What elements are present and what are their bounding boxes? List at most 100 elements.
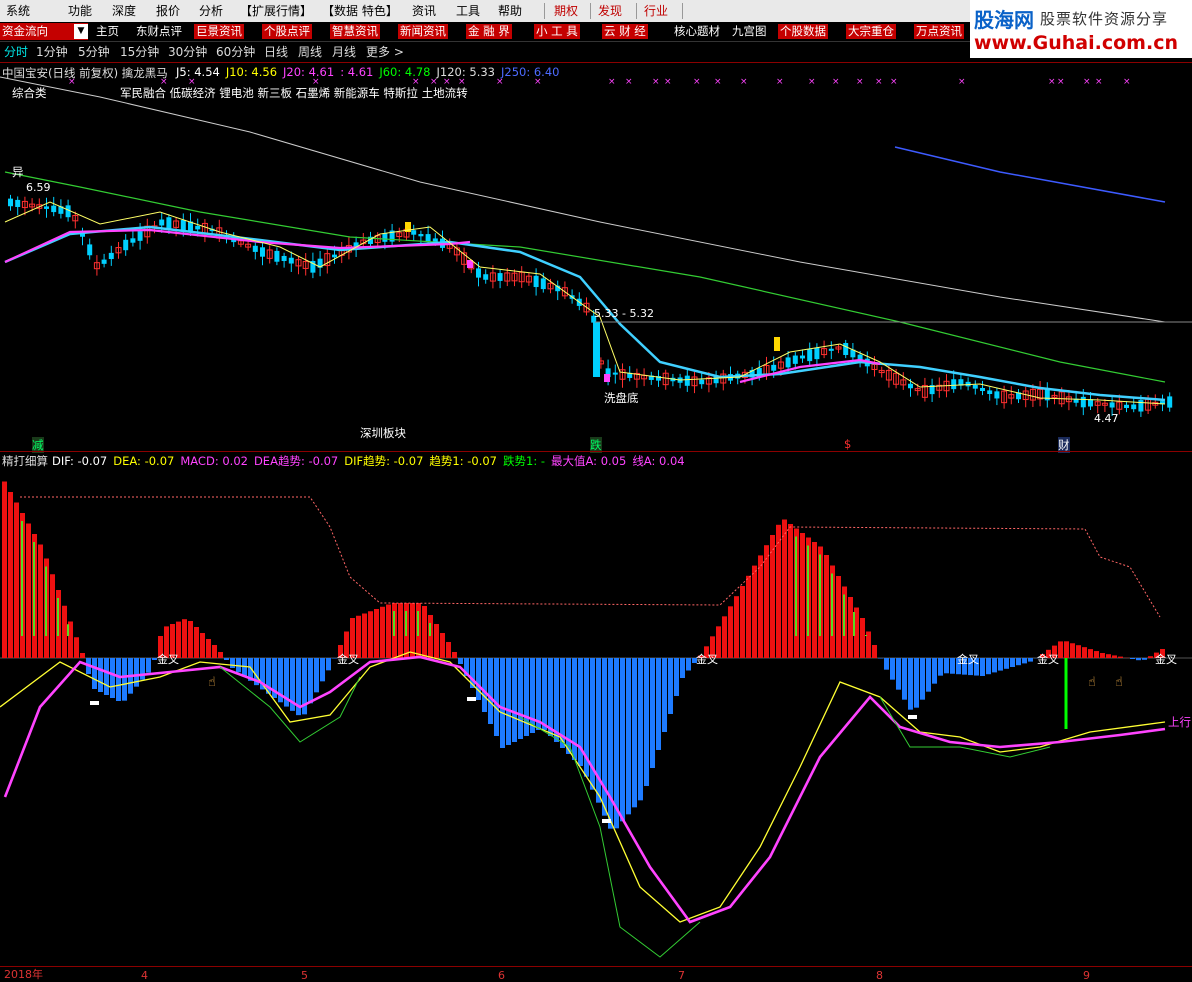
candle-body bbox=[814, 348, 819, 359]
macd-bar bbox=[980, 658, 985, 676]
low-price-label: 4.47 bbox=[1094, 412, 1119, 425]
candle-body bbox=[800, 356, 805, 359]
candle-body bbox=[908, 384, 913, 388]
menu-depth[interactable]: 深度 bbox=[112, 2, 136, 20]
candlestick-chart[interactable]: ××××××××××××××××××××××××××××× bbox=[0, 62, 1192, 452]
macd-legend-item-0: DIF: -0.07 bbox=[52, 454, 107, 468]
macd-bar bbox=[644, 658, 649, 786]
signal-cross: × bbox=[808, 77, 816, 87]
menu-system[interactable]: 系统 bbox=[6, 2, 30, 20]
period-monthly[interactable]: 月线 bbox=[332, 45, 356, 60]
menu-extended-quotes[interactable]: 【扩展行情】 bbox=[240, 2, 312, 20]
logo-url: www.Guhai.com.cn bbox=[974, 32, 1178, 54]
toolbar-smart-news[interactable]: 智慧资讯 bbox=[330, 24, 380, 39]
period-1min[interactable]: 1分钟 bbox=[36, 45, 68, 60]
logo-brand: 股海网 bbox=[974, 4, 1034, 33]
capital-flow-dropdown[interactable]: 资金流向 ▼ bbox=[0, 23, 88, 40]
hand-pointer-icon: ☝ bbox=[1088, 675, 1096, 690]
macd-bar bbox=[308, 658, 313, 703]
toolbar-stock-review[interactable]: 个股点评 bbox=[262, 24, 312, 39]
macd-bar bbox=[1106, 654, 1111, 658]
candle-body bbox=[15, 200, 20, 207]
macd-inner-bar bbox=[807, 546, 809, 637]
signal-cross: × bbox=[740, 77, 748, 87]
toolbar-block-holdings[interactable]: 大宗重仓 bbox=[846, 24, 896, 39]
toolbar-finance-world[interactable]: 金 融 界 bbox=[466, 24, 512, 39]
macd-bar bbox=[776, 525, 781, 658]
signal-cross: × bbox=[875, 77, 883, 87]
period-5min[interactable]: 5分钟 bbox=[78, 45, 110, 60]
macd-bar bbox=[1070, 643, 1075, 658]
menu-tools[interactable]: 工具 bbox=[456, 2, 480, 20]
macd-bar bbox=[212, 645, 217, 658]
candle-body bbox=[498, 273, 503, 281]
toolbar-nine-grid[interactable]: 九宫图 bbox=[732, 24, 767, 39]
macd-bar bbox=[1112, 655, 1117, 658]
menu-news[interactable]: 资讯 bbox=[412, 2, 436, 20]
macd-bar bbox=[656, 658, 661, 750]
toolbar-core-topics[interactable]: 核心题材 bbox=[674, 24, 720, 39]
menu-industry[interactable]: 行业 bbox=[644, 2, 668, 20]
macd-bar bbox=[1088, 649, 1093, 658]
macd-chart[interactable]: 金叉金叉金叉金叉金叉金叉☝☝☝ bbox=[0, 467, 1192, 967]
time-axis-label: 6 bbox=[498, 969, 505, 982]
period-daily[interactable]: 日线 bbox=[264, 45, 288, 60]
candle-body bbox=[980, 388, 985, 391]
menu-analysis[interactable]: 分析 bbox=[199, 2, 223, 20]
macd-bar bbox=[1004, 658, 1009, 669]
period-60min[interactable]: 60分钟 bbox=[216, 45, 255, 60]
menu-function[interactable]: 功能 bbox=[68, 2, 92, 20]
candle-body bbox=[1124, 405, 1129, 408]
period-weekly[interactable]: 周线 bbox=[298, 45, 322, 60]
macd-bar bbox=[2, 482, 7, 659]
menu-discover[interactable]: 发现 bbox=[598, 2, 622, 20]
macd-bar bbox=[446, 642, 451, 658]
macd-bar bbox=[1022, 658, 1027, 663]
toolbar-home[interactable]: 主页 bbox=[96, 24, 119, 39]
period-30min[interactable]: 30分钟 bbox=[168, 45, 207, 60]
macd-bar bbox=[146, 658, 151, 673]
washout-bottom-label: 洗盘底 bbox=[604, 390, 639, 406]
toolbar-wandian-news[interactable]: 万点资讯 bbox=[914, 24, 964, 39]
candle-body bbox=[994, 391, 999, 398]
toolbar-jujing-news[interactable]: 巨景资讯 bbox=[194, 24, 244, 39]
hand-pointer-icon: ☝ bbox=[208, 675, 216, 690]
menu-options[interactable]: 期权 bbox=[554, 2, 578, 20]
macd-bar bbox=[1148, 656, 1153, 658]
macd-bar bbox=[314, 658, 319, 692]
toolbar-cloud-finance[interactable]: 云 财 经 bbox=[602, 24, 648, 39]
signal-cross: × bbox=[714, 77, 722, 87]
candle-body bbox=[87, 244, 92, 255]
macd-bar bbox=[884, 658, 889, 670]
macd-bar bbox=[110, 658, 115, 698]
menu-quotes[interactable]: 报价 bbox=[156, 2, 180, 20]
period-15min[interactable]: 15分钟 bbox=[120, 45, 159, 60]
macd-bar bbox=[380, 607, 385, 658]
menu-data-features[interactable]: 【数据 特色】 bbox=[322, 2, 398, 20]
toolbar-stock-data[interactable]: 个股数据 bbox=[778, 24, 828, 39]
max-value-line bbox=[20, 497, 1160, 617]
macd-bar bbox=[938, 658, 943, 676]
toolbar-small-tools[interactable]: 小 工 具 bbox=[534, 24, 580, 39]
macd-bar bbox=[812, 542, 817, 658]
toolbar-latest-news[interactable]: 新闻资讯 bbox=[398, 24, 448, 39]
macd-bar bbox=[662, 658, 667, 732]
signal-cross: × bbox=[458, 77, 466, 87]
macd-bar bbox=[998, 658, 1003, 671]
macd-bar bbox=[530, 658, 535, 733]
macd-bar bbox=[674, 658, 679, 696]
macd-bar bbox=[458, 658, 463, 664]
macd-bar bbox=[758, 555, 763, 658]
menu-help[interactable]: 帮助 bbox=[498, 2, 522, 20]
period-intraday[interactable]: 分时 bbox=[4, 45, 28, 60]
hand-pointer-icon: ☝ bbox=[1115, 675, 1123, 690]
toolbar-eastmoney-review[interactable]: 东财点评 bbox=[136, 24, 182, 39]
macd-bar bbox=[734, 596, 739, 658]
macd-bar bbox=[650, 658, 655, 768]
chevron-down-icon[interactable]: ▼ bbox=[74, 24, 88, 39]
macd-inner-bar bbox=[67, 624, 69, 636]
period-more[interactable]: 更多 > bbox=[366, 45, 404, 60]
macd-bar bbox=[782, 520, 787, 659]
candle-body bbox=[426, 234, 431, 242]
candle-body bbox=[195, 226, 200, 230]
